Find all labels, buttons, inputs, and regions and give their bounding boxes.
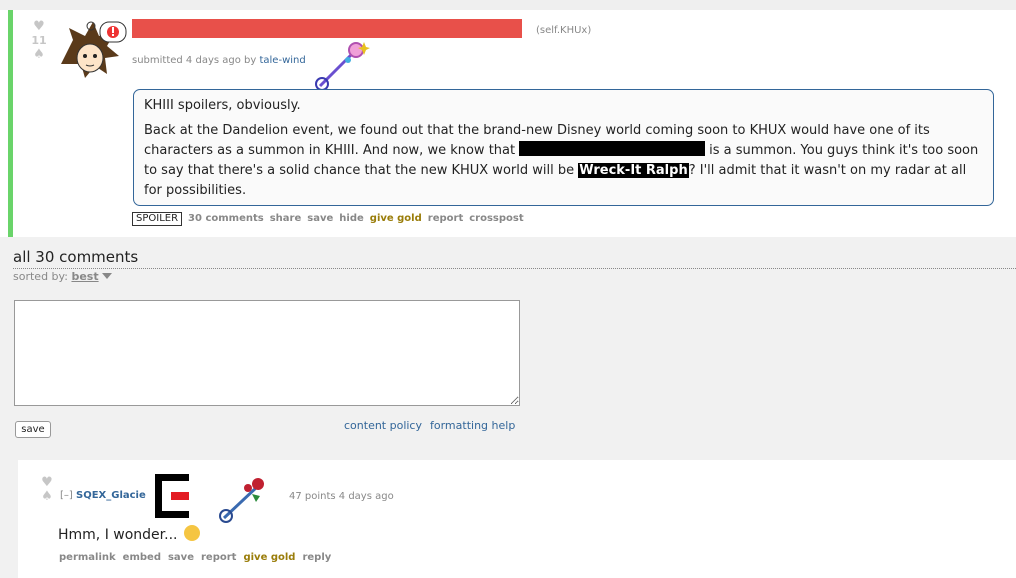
comment-save-link[interactable]: save <box>168 552 194 563</box>
post-votes: ♥ 11 ♠ <box>28 20 50 62</box>
comment-text: Hmm, I wonder... <box>58 527 178 543</box>
save-button[interactable]: save <box>15 421 51 438</box>
comment-votes: ♥ ♠ <box>38 476 56 504</box>
hide-link[interactable]: hide <box>339 213 364 224</box>
post-buttons: SPOILER 30 comments share save hide give gold… <box>132 212 530 226</box>
downvote-icon[interactable]: ♠ <box>28 48 50 62</box>
comments-title: all 30 comments <box>13 248 139 266</box>
reply-link[interactable]: reply <box>302 552 331 563</box>
post-tagline: submitted 4 days ago by tale-wind <box>132 55 306 66</box>
comment-textarea[interactable] <box>14 300 520 406</box>
sort-label: sorted by: <box>13 270 68 283</box>
share-link[interactable]: share <box>270 213 302 224</box>
comment-points: 47 points 4 days ago <box>289 491 394 502</box>
collapse-toggle[interactable]: [–] <box>60 490 73 501</box>
square-enix-flair-icon <box>155 474 189 518</box>
downvote-icon[interactable]: ♠ <box>38 490 56 504</box>
give-gold-link[interactable]: give gold <box>370 213 422 224</box>
upvote-icon[interactable]: ♥ <box>38 476 56 490</box>
keyblade-rose-flair-icon <box>219 478 264 523</box>
upvote-icon[interactable]: ♥ <box>28 20 50 34</box>
crosspost-link[interactable]: crosspost <box>469 213 523 224</box>
report-link[interactable]: report <box>428 213 463 224</box>
post-container: ♥ 11 ♠ (self.KHUx) submitted 4 days ago … <box>0 10 1016 237</box>
post-title-redacted[interactable] <box>132 19 522 38</box>
redacted-text-box <box>519 141 706 156</box>
formatting-help-link[interactable]: formatting help <box>430 419 515 432</box>
comment-buttons: permalink embed save report give gold reply <box>59 552 338 563</box>
keyblade-flair-icon <box>315 42 370 91</box>
selftext-paragraph-2: Back at the Dandelion event, we found ou… <box>144 121 983 201</box>
comment-report-link[interactable]: report <box>201 552 236 563</box>
sort-menu: sorted by: best <box>13 270 112 283</box>
top-strip <box>0 0 1016 10</box>
comment: ♥ ♠ [–] SQEX_Glacie 47 points 4 days ago… <box>18 460 1016 578</box>
spoiler-tag: SPOILER <box>132 212 183 226</box>
comment-body: Hmm, I wonder... <box>58 525 200 543</box>
sort-dropdown[interactable]: best <box>71 270 98 283</box>
post-domain[interactable]: (self.KHUx) <box>536 25 591 36</box>
page: ♥ 11 ♠ (self.KHUx) submitted 4 days ago … <box>0 0 1016 578</box>
content-policy-link[interactable]: content policy <box>344 419 422 432</box>
embed-link[interactable]: embed <box>123 552 161 563</box>
comment-author-link[interactable]: SQEX_Glacie <box>76 490 146 501</box>
form-links: content policy formatting help <box>344 419 523 432</box>
comments-divider <box>13 268 1016 269</box>
submitted-text: submitted 4 days ago by <box>132 55 257 66</box>
comment-tagline: [–] SQEX_Glacie <box>60 490 146 501</box>
post-score: 11 <box>31 34 47 47</box>
post-selftext: KHIII spoilers, obviously. Back at the D… <box>133 89 994 206</box>
permalink-link[interactable]: permalink <box>59 552 116 563</box>
save-link[interactable]: save <box>307 213 333 224</box>
post-author-link[interactable]: tale-wind <box>259 55 305 66</box>
post-accent-bar <box>8 10 13 237</box>
spoiler-text[interactable]: Wreck-It Ralph <box>578 163 689 178</box>
chevron-down-icon[interactable] <box>101 273 112 279</box>
comment-give-gold-link[interactable]: give gold <box>243 552 295 563</box>
post: ♥ 11 ♠ (self.KHUx) submitted 4 days ago … <box>0 10 1016 237</box>
comments-link[interactable]: 30 comments <box>188 213 264 224</box>
selftext-paragraph-1: KHIII spoilers, obviously. <box>144 98 301 113</box>
smiley-emoji-icon <box>183 525 200 541</box>
sora-flair-icon <box>61 21 127 78</box>
